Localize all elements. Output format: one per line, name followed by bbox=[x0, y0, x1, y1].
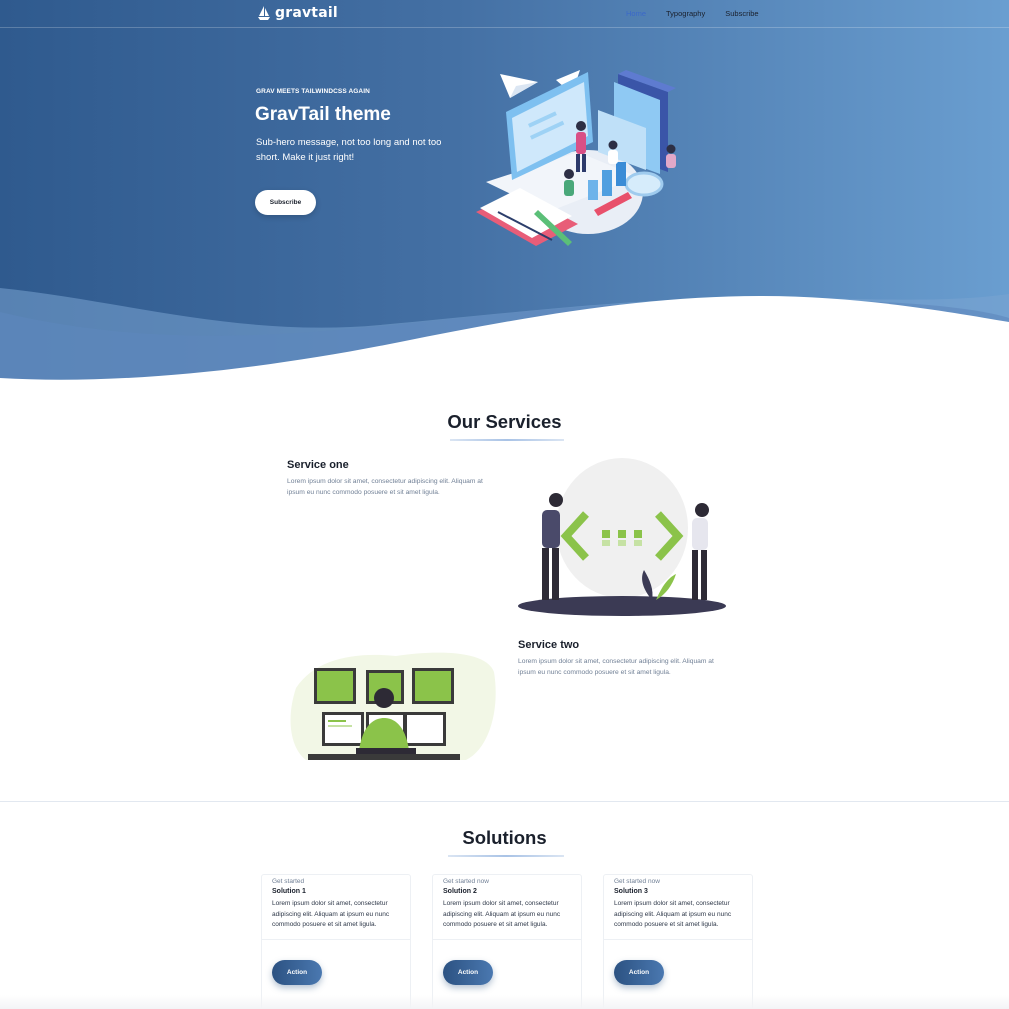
services-title-underline bbox=[450, 439, 564, 441]
card-title: Solution 1 bbox=[272, 888, 306, 895]
card-text: Lorem ipsum dolor sit amet, consectetur … bbox=[272, 900, 390, 928]
service-one-text: Lorem ipsum dolor sit amet, consectetur … bbox=[287, 478, 483, 496]
nav-links: Home Typography Subscribe bbox=[626, 9, 779, 18]
service-two-title: Service two bbox=[518, 639, 580, 651]
bottom-fade bbox=[0, 995, 1009, 1009]
sailboat-icon bbox=[258, 6, 270, 20]
card-text: Lorem ipsum dolor sit amet, consectetur … bbox=[443, 900, 561, 928]
service-two-text: Lorem ipsum dolor sit amet, consectetur … bbox=[518, 658, 714, 676]
solutions-title-underline bbox=[448, 855, 564, 857]
card-title: Solution 2 bbox=[443, 888, 477, 895]
monitors-workstation-illustration bbox=[290, 652, 496, 760]
logo-text: gravtail bbox=[275, 5, 338, 21]
nav-link-home[interactable]: Home bbox=[626, 9, 646, 18]
solution-card-3: Get started now Solution 3 Lorem ipsum d… bbox=[603, 874, 753, 1009]
hero-eyebrow: GRAV MEETS TAILWINDCSS AGAIN bbox=[256, 88, 370, 95]
action-button[interactable]: Action bbox=[272, 960, 322, 985]
solution-card-2: Get started now Solution 2 Lorem ipsum d… bbox=[432, 874, 582, 1009]
services-title: Our Services bbox=[447, 411, 562, 432]
action-button[interactable]: Action bbox=[614, 960, 664, 985]
card-separator bbox=[433, 939, 581, 940]
service-one-title: Service one bbox=[287, 459, 349, 471]
nav-link-subscribe[interactable]: Subscribe bbox=[725, 9, 758, 18]
card-text: Lorem ipsum dolor sit amet, consectetur … bbox=[614, 900, 732, 928]
isometric-workspace-illustration bbox=[476, 70, 676, 246]
subscribe-button[interactable]: Subscribe bbox=[255, 190, 316, 215]
solutions-title: Solutions bbox=[462, 827, 547, 848]
card-title: Solution 3 bbox=[614, 888, 648, 895]
nav-link-typography[interactable]: Typography bbox=[666, 9, 705, 18]
section-divider bbox=[0, 801, 1009, 802]
card-separator bbox=[262, 939, 410, 940]
card-kicker: Get started bbox=[272, 878, 305, 885]
logo[interactable]: gravtail bbox=[257, 5, 338, 21]
hero-section: gravtail Home Typography Subscribe GRAV … bbox=[0, 0, 1009, 390]
card-kicker: Get started now bbox=[614, 878, 660, 885]
top-nav: gravtail Home Typography Subscribe bbox=[0, 0, 1009, 28]
card-separator bbox=[604, 939, 752, 940]
solution-card-1: Get started Solution 1 Lorem ipsum dolor… bbox=[261, 874, 411, 1009]
hero-subtitle: Sub-hero message, not too long and not t… bbox=[256, 137, 442, 163]
hero-title: GravTail theme bbox=[255, 104, 391, 125]
action-button[interactable]: Action bbox=[443, 960, 493, 985]
developers-code-brackets-illustration bbox=[518, 458, 726, 616]
card-kicker: Get started now bbox=[443, 878, 489, 885]
